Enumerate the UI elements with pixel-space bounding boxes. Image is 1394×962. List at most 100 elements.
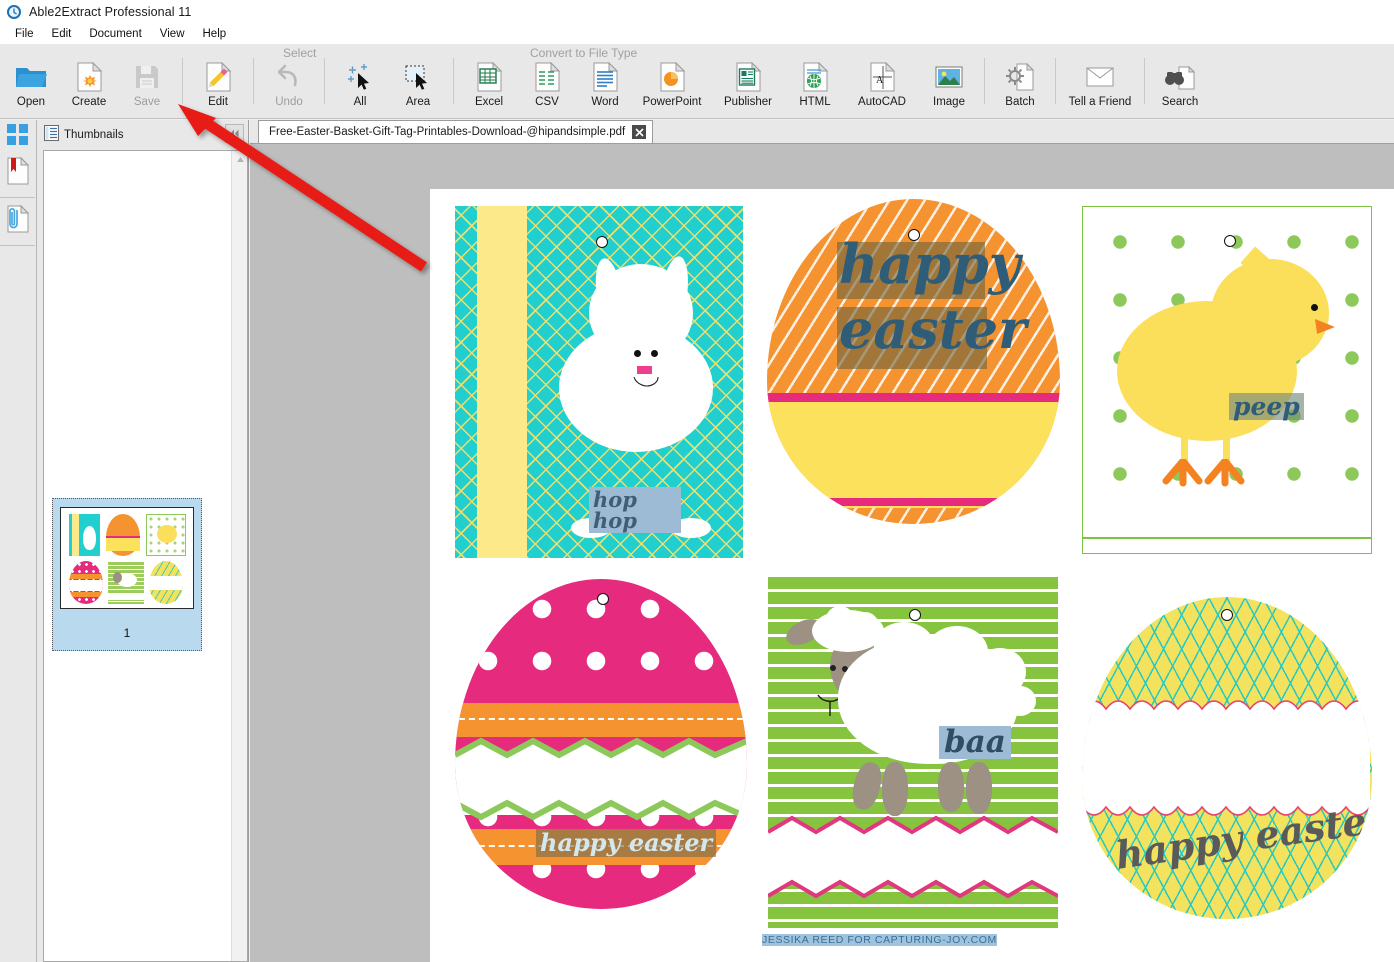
tell-a-friend-button[interactable]: Tell a Friend bbox=[1062, 56, 1138, 114]
tag-chick[interactable]: peep bbox=[1082, 206, 1372, 554]
convert-html-button-label: HTML bbox=[799, 96, 831, 108]
convert-image-button[interactable]: Image bbox=[920, 56, 978, 114]
tag-sheep[interactable]: baa bbox=[768, 574, 1058, 928]
menu-help[interactable]: Help bbox=[194, 26, 236, 42]
select-all-cursor-icon bbox=[344, 59, 376, 95]
tag-pink-egg-text[interactable]: happy easter bbox=[536, 829, 717, 858]
convert-word-button[interactable]: Word bbox=[576, 56, 634, 114]
page-credit-text[interactable]: JESSIKA REED FOR CAPTURING-JOY.COM bbox=[762, 934, 997, 946]
edit-button[interactable]: Edit bbox=[189, 56, 247, 114]
tell-a-friend-button-label: Tell a Friend bbox=[1068, 96, 1132, 108]
undo-button[interactable]: Undo bbox=[260, 56, 318, 114]
toolbar-divider bbox=[1144, 58, 1145, 104]
thumbnails-panel: Thumbnails 1 bbox=[37, 120, 249, 962]
excel-file-icon bbox=[474, 59, 504, 95]
edit-button-label: Edit bbox=[208, 96, 228, 108]
edit-pencil-icon bbox=[203, 59, 233, 95]
undo-arrow-icon bbox=[274, 59, 304, 95]
convert-publisher-button[interactable]: Publisher bbox=[710, 56, 786, 114]
thumbnail-preview bbox=[60, 507, 194, 609]
application-window: Able2Extract Professional 11 File Edit D… bbox=[0, 0, 1394, 962]
autocad-file-icon: A bbox=[867, 59, 897, 95]
batch-button-label: Batch bbox=[1005, 96, 1035, 108]
sheep-tail bbox=[1004, 686, 1036, 716]
undo-button-label: Undo bbox=[275, 96, 303, 108]
create-button-label: Create bbox=[71, 96, 107, 108]
thumbnails-panel-title: Thumbnails bbox=[64, 129, 124, 141]
select-area-button[interactable]: Area bbox=[389, 56, 447, 114]
document-tab[interactable]: Free-Easter-Basket-Gift-Tag-Printables-D… bbox=[258, 120, 654, 143]
menu-edit[interactable]: Edit bbox=[43, 26, 81, 42]
punch-hole bbox=[1221, 609, 1233, 621]
open-button[interactable]: Open bbox=[2, 56, 60, 114]
bunny-nose bbox=[637, 366, 652, 374]
document-tab-strip: Free-Easter-Basket-Gift-Tag-Printables-D… bbox=[250, 120, 1394, 144]
convert-excel-button[interactable]: Excel bbox=[460, 56, 518, 114]
punch-hole bbox=[596, 236, 608, 248]
close-icon[interactable] bbox=[632, 125, 647, 139]
scroll-up-icon[interactable] bbox=[232, 151, 247, 167]
punch-hole bbox=[908, 229, 920, 241]
tag-sheep-text[interactable]: baa bbox=[939, 726, 1011, 759]
tag-bunny-text[interactable]: hop hop bbox=[589, 487, 681, 533]
toolbar-divider bbox=[453, 58, 454, 104]
thumbnails-scrollbar[interactable] bbox=[231, 151, 247, 961]
select-area-button-label: Area bbox=[405, 96, 431, 108]
svg-text:A: A bbox=[876, 75, 884, 86]
toolbar-divider bbox=[1055, 58, 1056, 104]
tag-chick-text[interactable]: peep bbox=[1229, 393, 1304, 420]
tag-orange-egg-text-line1[interactable]: happy bbox=[839, 237, 1020, 291]
save-button[interactable]: Save bbox=[118, 56, 176, 114]
sheep-wool-a bbox=[874, 622, 934, 670]
envelope-icon bbox=[1084, 59, 1116, 95]
create-document-icon bbox=[74, 59, 104, 95]
create-button[interactable]: Create bbox=[60, 56, 118, 114]
pdf-page-1: hop hop happy easter peep happy easter b… bbox=[430, 189, 1394, 962]
powerpoint-file-icon bbox=[657, 59, 687, 95]
tag-yellow-egg[interactable]: happy easter bbox=[1082, 597, 1372, 919]
document-viewer[interactable]: hop hop happy easter peep happy easter b… bbox=[250, 144, 1394, 962]
zigzag-band-bottom bbox=[455, 795, 747, 821]
image-file-icon bbox=[933, 59, 965, 95]
thumbnail-page-number: 1 bbox=[123, 626, 131, 640]
sheep-leg-3 bbox=[938, 762, 964, 812]
open-folder-icon bbox=[14, 59, 48, 95]
yellow-egg-shape: happy easter bbox=[1082, 597, 1372, 919]
word-file-icon bbox=[590, 59, 620, 95]
tag-bunny[interactable]: hop hop bbox=[455, 206, 743, 558]
convert-csv-button[interactable]: CSV bbox=[518, 56, 576, 114]
convert-autocad-button-label: AutoCAD bbox=[858, 96, 906, 108]
menu-file[interactable]: File bbox=[6, 26, 43, 42]
orange-band-top bbox=[455, 703, 747, 737]
panels-grid-icon[interactable] bbox=[0, 120, 36, 150]
sidebar-item-attachments[interactable] bbox=[0, 198, 35, 246]
tag-pink-egg[interactable]: happy easter bbox=[455, 579, 747, 909]
yellow-band bbox=[767, 402, 1060, 508]
collapse-left-icon[interactable] bbox=[225, 124, 244, 143]
batch-button[interactable]: Batch bbox=[991, 56, 1049, 114]
thumbnail-page-1[interactable]: 1 bbox=[52, 498, 202, 651]
convert-html-button[interactable]: HTML bbox=[786, 56, 844, 114]
menu-bar: File Edit Document View Help bbox=[0, 23, 1394, 44]
thumbnails-list: 1 bbox=[43, 150, 248, 962]
select-all-button[interactable]: All bbox=[331, 56, 389, 114]
tag-orange-egg[interactable]: happy easter bbox=[767, 199, 1060, 524]
menu-view[interactable]: View bbox=[151, 26, 194, 42]
search-button[interactable]: Search bbox=[1151, 56, 1209, 114]
pink-egg-shape bbox=[455, 579, 747, 909]
chick-foot-right bbox=[1204, 459, 1245, 487]
menu-document[interactable]: Document bbox=[80, 26, 150, 42]
search-button-label: Search bbox=[1161, 96, 1199, 108]
divider-line-bottom bbox=[1083, 537, 1371, 539]
pink-band-bottom bbox=[767, 498, 1060, 506]
sidebar-item-bookmarks[interactable] bbox=[0, 150, 35, 198]
attachments-clip-icon bbox=[5, 204, 31, 239]
convert-powerpoint-button[interactable]: PowerPoint bbox=[634, 56, 710, 114]
bunny-eye-left bbox=[634, 350, 641, 357]
save-floppy-icon bbox=[133, 59, 161, 95]
tag-orange-egg-text-line2[interactable]: easter bbox=[839, 302, 1027, 356]
title-bar: Able2Extract Professional 11 bbox=[0, 0, 1394, 23]
convert-autocad-button[interactable]: A AutoCAD bbox=[844, 56, 920, 114]
open-button-label: Open bbox=[16, 96, 46, 108]
select-all-button-label: All bbox=[353, 96, 367, 108]
